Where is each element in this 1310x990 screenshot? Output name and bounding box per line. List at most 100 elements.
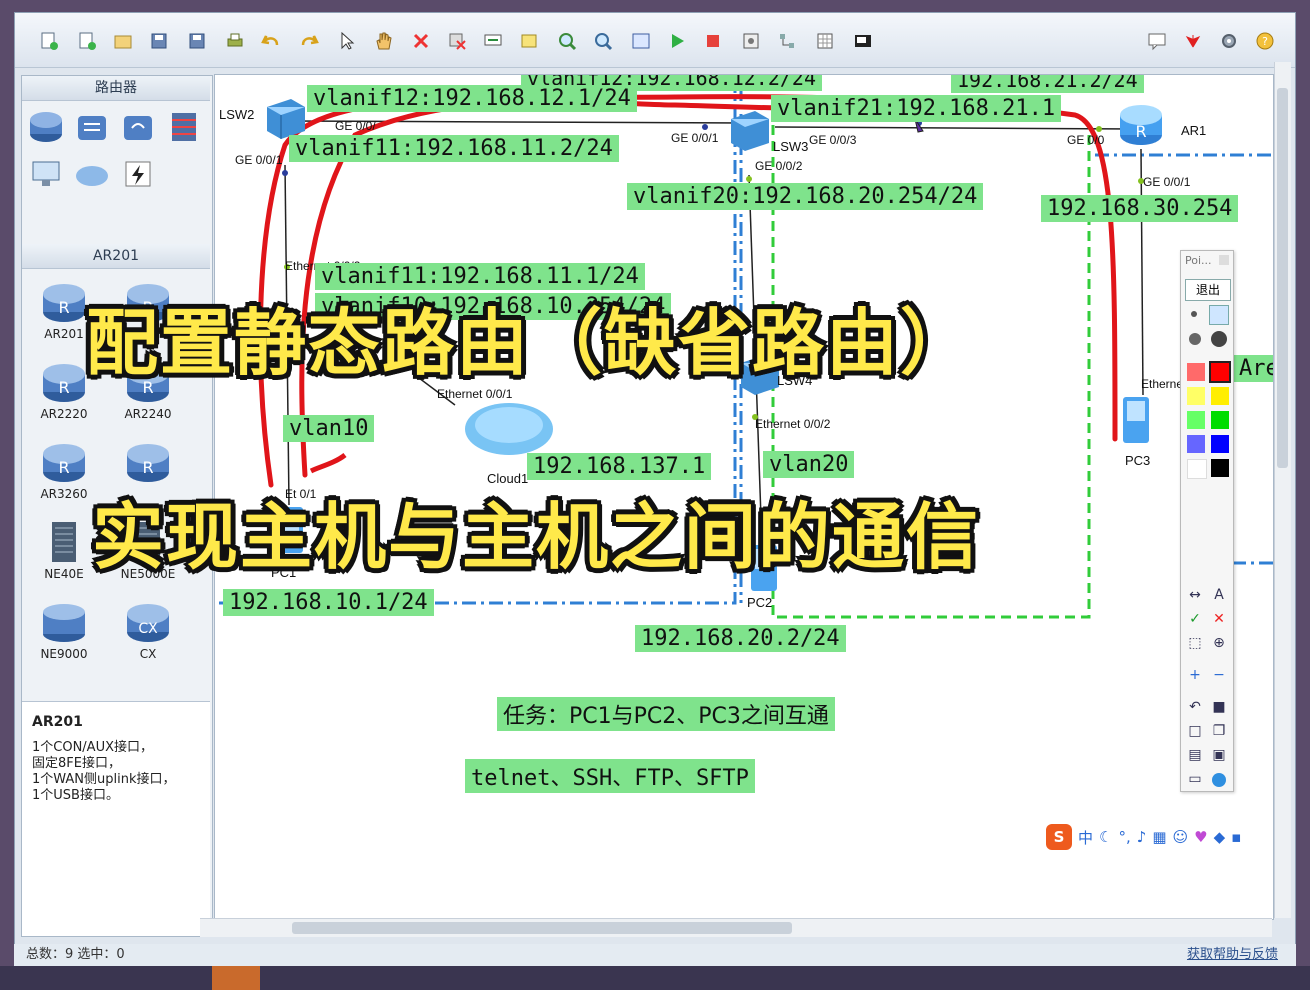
wireless-category-icon[interactable]: [120, 110, 156, 144]
plus-icon[interactable]: +: [1185, 667, 1205, 683]
label-vlanif20[interactable]: vlanif20:192.168.20.254/24: [627, 183, 984, 210]
panel-title-routers[interactable]: 路由器: [22, 76, 210, 101]
color-swatch-light-blue[interactable]: [1187, 435, 1205, 453]
new-device-icon[interactable]: [73, 27, 101, 55]
firewall-category-icon[interactable]: [166, 110, 202, 144]
label-net137[interactable]: 192.168.137.1: [527, 453, 712, 480]
color-swatch-light-yellow[interactable]: [1187, 387, 1205, 405]
settings-icon[interactable]: [1215, 27, 1243, 55]
taskbar-app-icon[interactable]: [212, 966, 260, 990]
device-ne40e[interactable]: NE40E: [34, 520, 94, 581]
zoom-in-icon[interactable]: [553, 27, 581, 55]
check-icon[interactable]: ✓: [1185, 611, 1205, 627]
chat-icon[interactable]: [1143, 27, 1171, 55]
color-swatch-green[interactable]: [1211, 411, 1229, 429]
label-pc2-ip[interactable]: 192.168.20.2/24: [635, 625, 846, 652]
switch-category-icon[interactable]: [74, 110, 110, 144]
color-swatch-light-red[interactable]: [1187, 363, 1205, 381]
crop-icon[interactable]: ⬚: [1185, 635, 1205, 651]
label-protocols[interactable]: telnet、SSH、FTP、SFTP: [465, 759, 755, 793]
text-icon[interactable]: [479, 27, 507, 55]
pen-medium-icon[interactable]: [1209, 305, 1229, 325]
color-swatch-black[interactable]: [1211, 459, 1229, 477]
hand-icon[interactable]: [369, 27, 397, 55]
trash-icon[interactable]: ■: [1209, 699, 1229, 715]
new-topo-icon[interactable]: [35, 27, 63, 55]
screenshot-icon[interactable]: [849, 27, 877, 55]
label-task[interactable]: 任务：PC1与PC2、PC3之间互通: [497, 697, 835, 731]
ar1-router-icon[interactable]: R: [1117, 101, 1165, 147]
vertical-scrollbar[interactable]: [1274, 62, 1291, 918]
save-draw-icon[interactable]: ▣: [1209, 747, 1229, 763]
label-pc1-ip[interactable]: 192.168.10.1/24: [223, 589, 434, 616]
color-swatch-yellow[interactable]: [1211, 387, 1229, 405]
ime-menu-icon[interactable]: ▪: [1231, 828, 1241, 846]
cross-icon[interactable]: ✕: [1209, 611, 1229, 627]
horizontal-scrollbar[interactable]: [200, 918, 1272, 937]
print-icon[interactable]: [221, 27, 249, 55]
device-cx[interactable]: CX CX: [118, 600, 178, 661]
start-icon[interactable]: [663, 27, 691, 55]
label-vlanif12[interactable]: vlanif12:192.168.12.1/24: [307, 85, 637, 112]
pc-category-icon[interactable]: [28, 158, 64, 192]
label-vlan10[interactable]: vlan10: [283, 415, 375, 442]
label-vlan20[interactable]: vlan20: [763, 451, 855, 478]
device-ne9000[interactable]: NE9000: [34, 600, 94, 661]
color-swatch-blue[interactable]: [1211, 435, 1229, 453]
cloud-category-icon[interactable]: [74, 158, 110, 192]
text-tool-icon[interactable]: A: [1209, 587, 1229, 603]
zoom-out-icon[interactable]: [589, 27, 617, 55]
router-category-icon[interactable]: [28, 110, 64, 144]
device-ar3260[interactable]: R AR3260: [34, 440, 94, 501]
pen-large-icon[interactable]: [1189, 333, 1201, 345]
help-feedback-link[interactable]: 获取帮助与反馈: [1187, 944, 1278, 966]
cloud1-icon[interactable]: [461, 395, 557, 461]
copy-icon[interactable]: ❐: [1209, 723, 1229, 739]
print-draw-icon[interactable]: ▤: [1185, 747, 1205, 763]
delete-icon[interactable]: [407, 27, 435, 55]
label-net30[interactable]: 192.168.30.254: [1041, 195, 1239, 222]
label-top2[interactable]: 192.168.21.2/24: [951, 75, 1144, 93]
pen-xlarge-icon[interactable]: [1211, 331, 1227, 347]
ime-logo-icon[interactable]: S: [1046, 824, 1072, 850]
image-icon[interactable]: ▭: [1185, 771, 1205, 787]
fit-icon[interactable]: [627, 27, 655, 55]
label-vlanif21[interactable]: vlanif21:192.168.21.1: [771, 95, 1062, 122]
color-swatch-red[interactable]: [1209, 361, 1231, 383]
huawei-icon[interactable]: [1179, 27, 1207, 55]
new-page-icon[interactable]: □: [1185, 723, 1205, 739]
pen-small-icon[interactable]: [1191, 311, 1197, 317]
ime-mode-toggle[interactable]: 中: [1078, 827, 1093, 848]
select-icon[interactable]: [333, 27, 361, 55]
info-icon[interactable]: [1212, 773, 1226, 787]
palette-close-icon[interactable]: [1219, 255, 1229, 265]
help-icon[interactable]: ?: [1251, 27, 1279, 55]
ime-punct-icon[interactable]: °,: [1118, 828, 1130, 846]
lsw3-switch-icon[interactable]: [725, 109, 773, 153]
label-vlanif11-a[interactable]: vlanif11:192.168.11.2/24: [289, 135, 619, 162]
device-ar201[interactable]: R AR201: [34, 280, 94, 341]
stop-icon[interactable]: [699, 27, 727, 55]
color-swatch-white[interactable]: [1187, 459, 1207, 479]
rect-icon[interactable]: [515, 27, 543, 55]
undo-draw-icon[interactable]: ↶: [1185, 699, 1205, 715]
grid-icon[interactable]: [811, 27, 839, 55]
redo-icon[interactable]: [295, 27, 323, 55]
color-swatch-light-green[interactable]: [1187, 411, 1205, 429]
ime-user-icon[interactable]: ☺: [1173, 828, 1189, 846]
device-ar2220[interactable]: R AR2220: [34, 360, 94, 421]
arrow-tool-icon[interactable]: ↔: [1185, 587, 1205, 603]
delete-link-icon[interactable]: [443, 27, 471, 55]
save-icon[interactable]: [145, 27, 173, 55]
topo-icon[interactable]: [773, 27, 801, 55]
label-area[interactable]: Are: [1233, 355, 1273, 382]
capture-icon[interactable]: [737, 27, 765, 55]
save-as-icon[interactable]: [183, 27, 211, 55]
pc3-icon[interactable]: [1117, 391, 1157, 451]
ime-game-icon[interactable]: ◆: [1214, 828, 1226, 846]
zoom-tool-icon[interactable]: ⊕: [1209, 635, 1229, 651]
open-icon[interactable]: [109, 27, 137, 55]
minus-icon[interactable]: −: [1209, 667, 1229, 683]
palette-exit-button[interactable]: 退出: [1185, 279, 1231, 301]
link-category-icon[interactable]: [120, 158, 156, 192]
